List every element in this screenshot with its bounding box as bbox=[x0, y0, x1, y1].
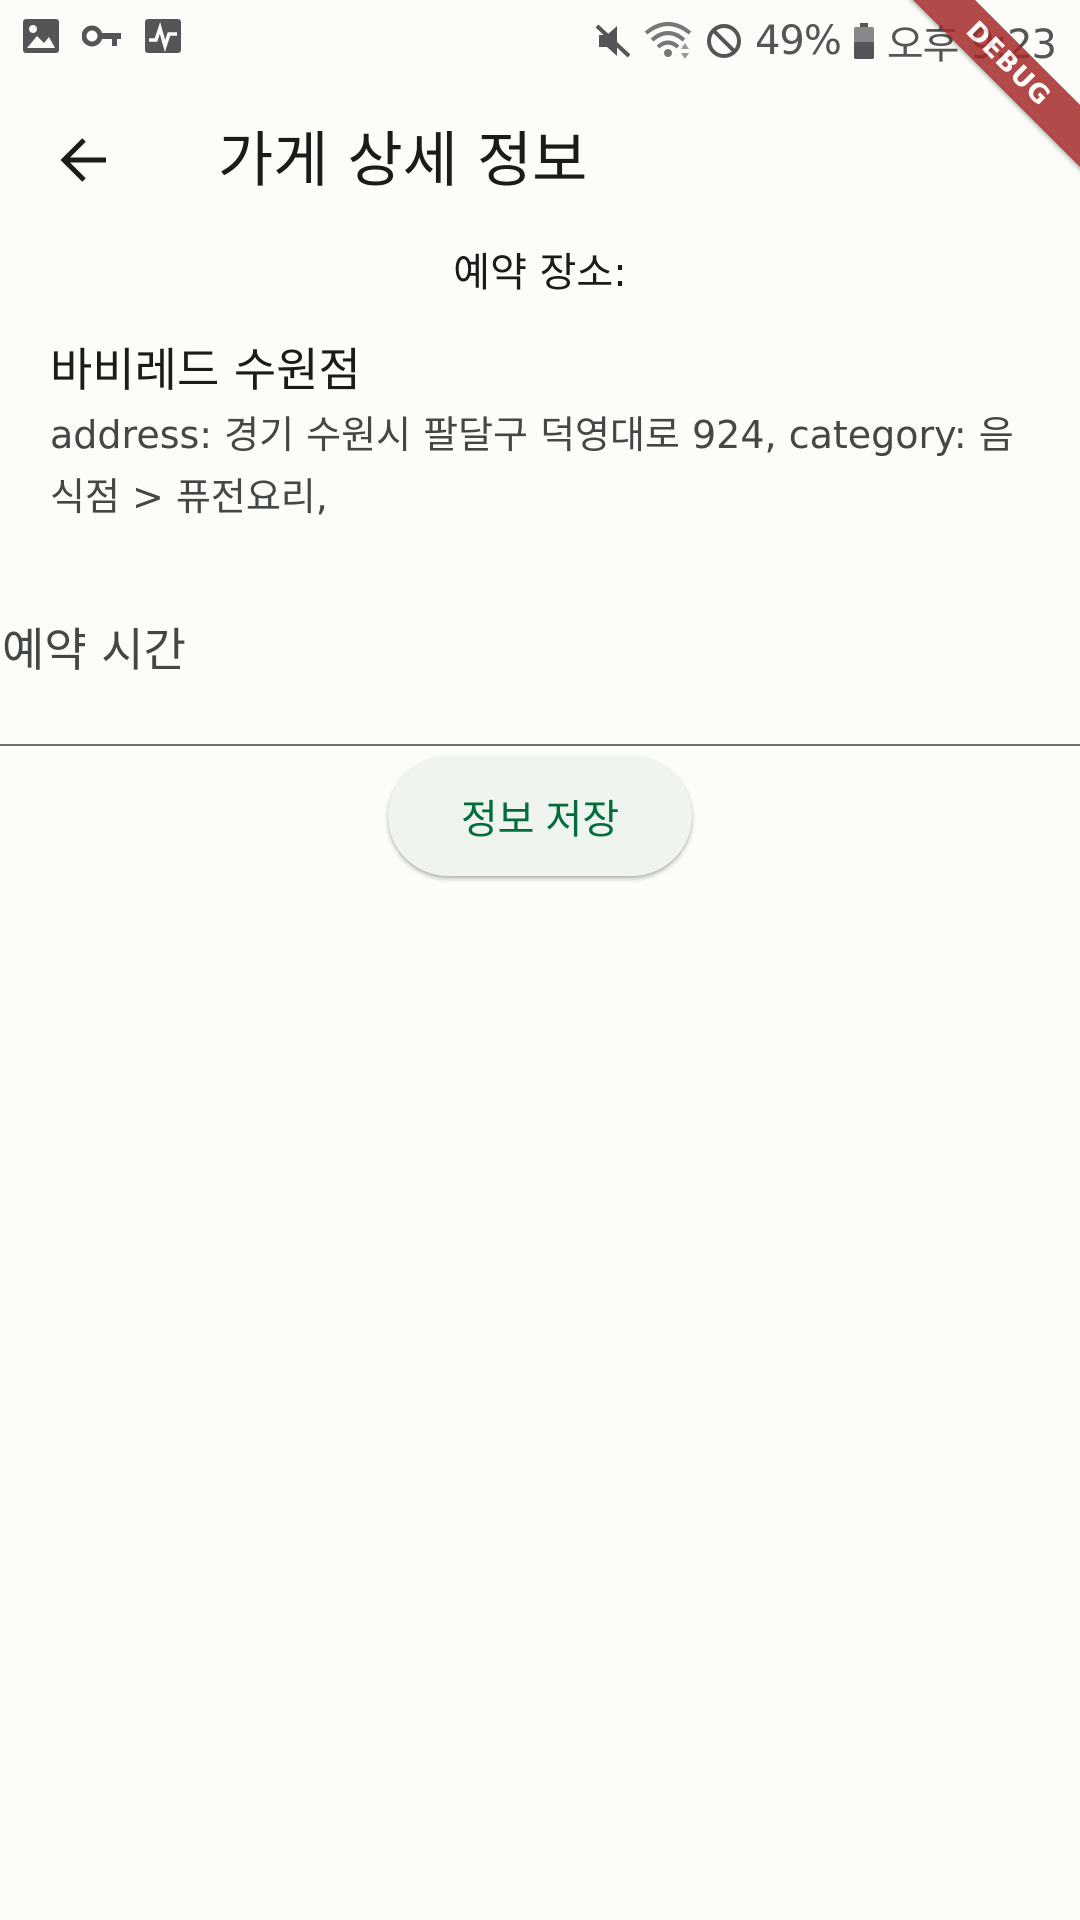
image-icon bbox=[22, 18, 60, 58]
status-bar: 49% 오후 9:23 bbox=[0, 0, 1080, 76]
app-bar: 가게 상세 정보 bbox=[0, 86, 1080, 222]
reservation-time-placeholder: 예약 시간 bbox=[2, 623, 186, 677]
page-title: 가게 상세 정보 bbox=[218, 126, 588, 196]
block-icon bbox=[705, 22, 743, 60]
battery-percent: 49% bbox=[754, 18, 842, 64]
status-left-icons bbox=[22, 18, 182, 58]
store-detail: address: 경기 수원시 팔달구 덕영대로 924, category: … bbox=[50, 413, 1014, 519]
place-label: 예약 장소: bbox=[453, 250, 627, 296]
mute-icon bbox=[595, 22, 631, 60]
save-info-button[interactable]: 정보 저장 bbox=[388, 756, 692, 876]
arrow-back-icon bbox=[56, 132, 112, 192]
wifi-icon bbox=[643, 21, 693, 61]
back-button[interactable] bbox=[44, 122, 124, 202]
key-icon bbox=[81, 24, 122, 52]
battery-icon bbox=[853, 22, 875, 60]
store-name: 바비레드 수원점 bbox=[50, 343, 361, 397]
reservation-time-field[interactable]: 예약 시간 bbox=[0, 610, 1080, 746]
activity-icon bbox=[144, 18, 182, 58]
